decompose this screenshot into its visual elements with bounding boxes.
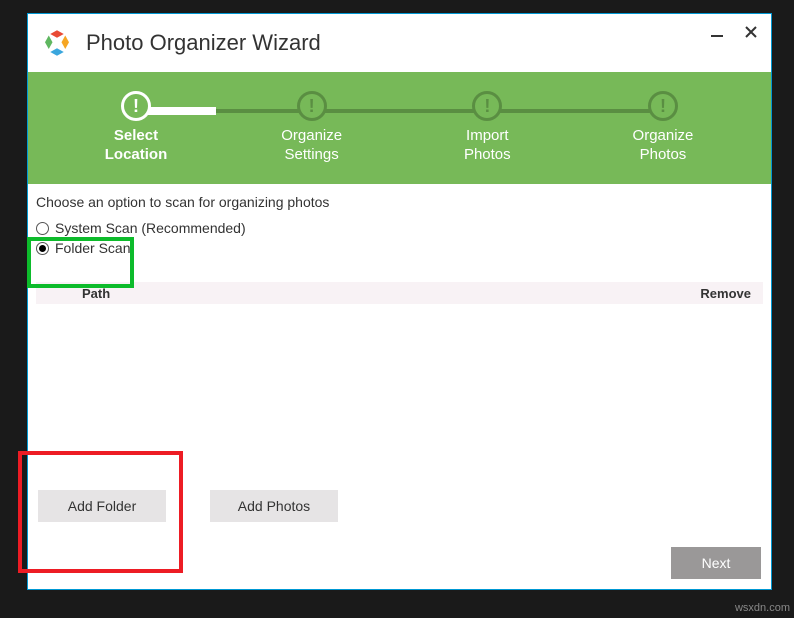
instruction-text: Choose an option to scan for organizing … <box>36 194 763 210</box>
step-organize-photos[interactable]: ! OrganizePhotos <box>613 91 713 165</box>
content-area: Choose an option to scan for organizing … <box>28 184 771 589</box>
col-path: Path <box>82 286 110 301</box>
app-logo-icon <box>42 28 72 58</box>
step-import-photos[interactable]: ! ImportPhotos <box>437 91 537 165</box>
next-button[interactable]: Next <box>671 547 761 579</box>
radio-folder-scan[interactable]: Folder Scan <box>36 240 763 256</box>
radio-icon <box>36 242 49 255</box>
radio-label: System Scan (Recommended) <box>55 220 246 236</box>
window-title: Photo Organizer Wizard <box>86 30 709 56</box>
radio-label: Folder Scan <box>55 240 130 256</box>
exclaim-icon: ! <box>133 96 139 117</box>
step-select-location[interactable]: ! SelectLocation <box>86 91 186 165</box>
table-body <box>36 304 763 452</box>
add-photos-button[interactable]: Add Photos <box>210 490 338 522</box>
col-remove: Remove <box>700 286 751 301</box>
wizard-window: Photo Organizer Wizard ! SelectLocation … <box>27 13 772 590</box>
step-organize-settings[interactable]: ! OrganizeSettings <box>262 91 362 165</box>
watermark: wsxdn.com <box>735 602 790 614</box>
table-header: Path Remove <box>36 282 763 304</box>
close-button[interactable] <box>743 24 759 40</box>
titlebar: Photo Organizer Wizard <box>28 14 771 72</box>
radio-system-scan[interactable]: System Scan (Recommended) <box>36 220 763 236</box>
exclaim-icon: ! <box>484 96 490 117</box>
add-folder-button[interactable]: Add Folder <box>38 490 166 522</box>
radio-icon <box>36 222 49 235</box>
exclaim-icon: ! <box>309 96 315 117</box>
exclaim-icon: ! <box>660 96 666 117</box>
wizard-steps: ! SelectLocation ! OrganizeSettings ! Im… <box>28 72 771 184</box>
minimize-button[interactable] <box>709 24 725 40</box>
